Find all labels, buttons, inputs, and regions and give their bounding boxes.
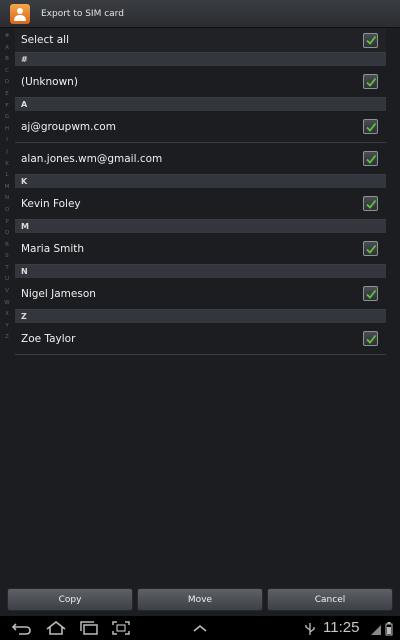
contact-row[interactable]: alan.jones.wm@gmail.com xyxy=(15,143,386,175)
index-letter[interactable]: F xyxy=(5,101,8,113)
check-icon xyxy=(365,199,376,209)
index-letter[interactable]: N xyxy=(5,193,9,205)
index-letter[interactable]: K xyxy=(5,159,9,171)
index-letter[interactable]: Z xyxy=(5,332,9,344)
check-icon xyxy=(365,289,376,299)
index-letter[interactable]: C xyxy=(5,66,9,78)
index-letter[interactable]: M xyxy=(5,182,10,194)
check-icon xyxy=(365,334,376,344)
usb-icon xyxy=(304,621,316,640)
contact-row[interactable]: Zoe Taylor xyxy=(15,323,386,355)
index-letter[interactable]: O xyxy=(5,205,9,217)
back-icon[interactable] xyxy=(10,620,34,636)
contact-list: Select all # (Unknown) A aj@groupwm.com … xyxy=(15,28,386,355)
contact-row[interactable]: Maria Smith xyxy=(15,233,386,265)
index-letter[interactable]: E xyxy=(5,89,8,101)
contact-name: alan.jones.wm@gmail.com xyxy=(21,152,163,165)
index-letter[interactable]: A xyxy=(5,43,9,55)
section-header: Z xyxy=(15,310,386,323)
index-letter[interactable]: H xyxy=(5,124,9,136)
select-all-label: Select all xyxy=(21,34,69,46)
home-icon[interactable] xyxy=(44,620,68,636)
alphabet-index[interactable]: # A B C D E F G H I J K L M N O P Q R S T U V W X Y Z xyxy=(0,28,14,340)
contact-name: Maria Smith xyxy=(21,242,85,255)
clock: 11:25 xyxy=(323,619,360,636)
recent-apps-icon[interactable] xyxy=(77,620,101,636)
contact-checkbox[interactable] xyxy=(363,74,378,89)
check-icon xyxy=(365,154,376,164)
contacts-icon xyxy=(10,3,30,24)
contact-name: Zoe Taylor xyxy=(21,332,76,345)
index-letter[interactable]: B xyxy=(5,54,9,66)
check-icon xyxy=(365,244,376,254)
section-header: M xyxy=(15,220,386,233)
contact-checkbox[interactable] xyxy=(363,151,378,166)
index-letter[interactable]: T xyxy=(5,263,8,275)
move-button[interactable]: Move xyxy=(137,588,263,611)
index-letter[interactable]: Q xyxy=(5,228,9,240)
contact-checkbox[interactable] xyxy=(363,119,378,134)
index-letter[interactable]: U xyxy=(5,274,9,286)
signal-icon xyxy=(370,621,382,640)
contact-row[interactable]: Kevin Foley xyxy=(15,188,386,220)
page-title: Export to SIM card xyxy=(41,8,124,19)
contact-name: Kevin Foley xyxy=(21,197,81,210)
screenshot-icon[interactable] xyxy=(109,620,133,636)
contact-row[interactable]: (Unknown) xyxy=(15,66,386,98)
check-icon xyxy=(365,122,376,132)
section-header: # xyxy=(15,53,386,66)
contact-checkbox[interactable] xyxy=(363,241,378,256)
contact-name: aj@groupwm.com xyxy=(21,120,116,133)
index-letter[interactable]: Y xyxy=(5,321,8,333)
action-bar: Copy Move Cancel xyxy=(0,586,400,616)
index-letter[interactable]: W xyxy=(4,298,9,310)
check-icon xyxy=(365,77,376,87)
system-bar: 11:25 xyxy=(0,616,400,640)
section-header: N xyxy=(15,265,386,278)
cancel-button[interactable]: Cancel xyxy=(267,588,393,611)
index-letter[interactable]: S xyxy=(5,251,9,263)
index-letter[interactable]: X xyxy=(5,309,9,321)
copy-button[interactable]: Copy xyxy=(7,588,133,611)
section-header: K xyxy=(15,175,386,188)
battery-icon xyxy=(385,621,393,640)
index-letter[interactable]: J xyxy=(6,147,8,159)
contact-checkbox[interactable] xyxy=(363,286,378,301)
contact-row[interactable]: Nigel Jameson xyxy=(15,278,386,310)
index-letter[interactable]: P xyxy=(5,217,8,229)
contact-checkbox[interactable] xyxy=(363,331,378,346)
index-letter[interactable]: # xyxy=(5,31,10,43)
contact-row[interactable]: aj@groupwm.com xyxy=(15,111,386,143)
contact-name: Nigel Jameson xyxy=(21,287,96,300)
contact-name: (Unknown) xyxy=(21,75,78,88)
index-letter[interactable]: R xyxy=(5,240,9,252)
index-letter[interactable]: D xyxy=(5,77,9,89)
index-letter[interactable]: G xyxy=(5,112,9,124)
chevron-up-icon[interactable] xyxy=(188,620,212,636)
select-all-row[interactable]: Select all xyxy=(15,28,386,53)
index-letter[interactable]: L xyxy=(5,170,8,182)
contact-checkbox[interactable] xyxy=(363,196,378,211)
check-icon xyxy=(365,35,376,45)
select-all-checkbox[interactable] xyxy=(363,32,378,48)
index-letter[interactable]: V xyxy=(5,286,9,298)
index-letter[interactable]: I xyxy=(6,135,8,147)
title-bar: Export to SIM card xyxy=(0,0,400,28)
section-header: A xyxy=(15,98,386,111)
